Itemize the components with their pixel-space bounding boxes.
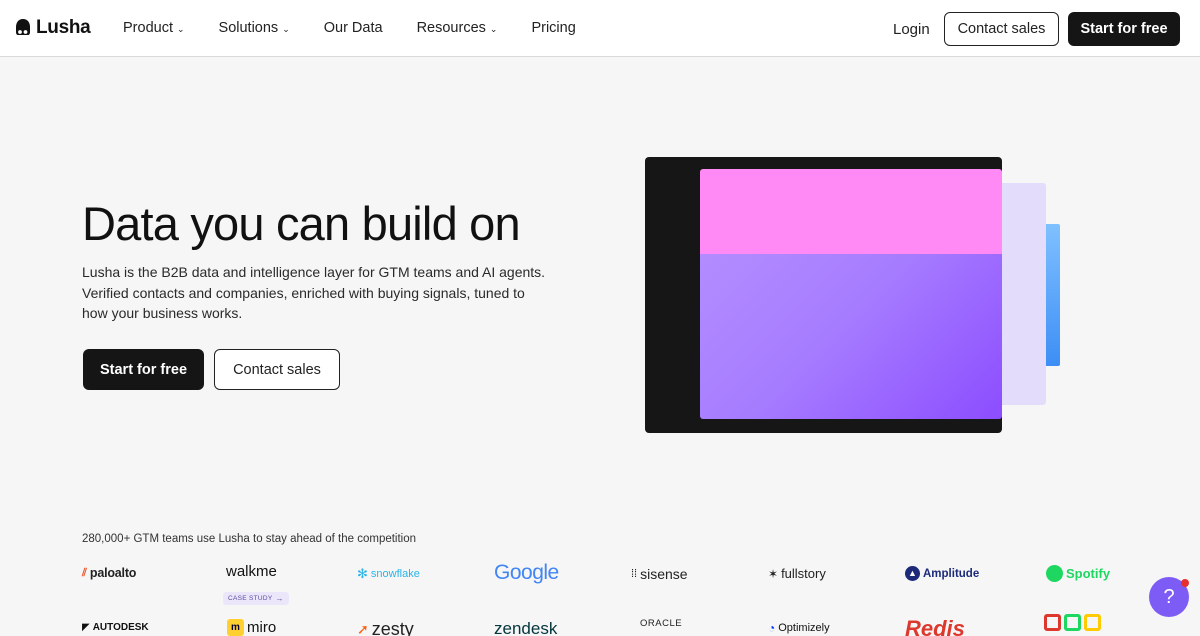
customer-logo-optimizely: ◔ Optimizely <box>768 621 830 635</box>
case-study-label: CASE STUDY <box>228 595 273 602</box>
spotify-wordmark: Spotify <box>1066 566 1111 581</box>
nav-pricing-label: Pricing <box>531 20 576 36</box>
site-header: Lusha Product ⌄ Solutions ⌄ Our Data Res… <box>0 0 1200 57</box>
header-contact-sales-button[interactable]: Contact sales <box>944 12 1059 46</box>
paloalto-icon: ⫽ <box>82 566 87 579</box>
oracle-wordmark: ORACLE <box>640 618 683 629</box>
miro-icon: m <box>227 619 244 636</box>
question-mark-icon: ? <box>1163 585 1175 608</box>
hero-visual-purple-block <box>700 254 1002 419</box>
nav-resources[interactable]: Resources ⌄ <box>417 20 498 36</box>
nav-pricing[interactable]: Pricing <box>531 20 575 36</box>
chevron-down-icon: ⌄ <box>282 23 290 34</box>
customer-logo-zesty: ➚ zesty <box>357 619 414 636</box>
lusha-logo-icon <box>16 19 30 35</box>
customer-logo-amplitude: ▲ Amplitude <box>905 566 979 581</box>
customer-logo-sisense: ⁞⁞ sisense <box>631 566 688 582</box>
sisense-icon: ⁞⁞ <box>631 568 638 580</box>
arrow-right-icon: → <box>275 594 284 603</box>
customer-logo-zendesk: zendesk <box>494 619 557 636</box>
logo-text: Lusha <box>36 17 91 38</box>
autodesk-icon: ◤ <box>82 622 90 633</box>
customer-logo-fullstory: ✶ fullstory <box>768 566 826 581</box>
hero-subtitle: Lusha is the B2B data and intelligence l… <box>82 264 546 321</box>
paloalto-wordmark: paloalto <box>89 566 137 580</box>
autodesk-wordmark: AUTODESK <box>92 622 149 633</box>
nav-product-label: Product <box>123 20 173 36</box>
snowflake-icon: ✻ <box>357 566 368 581</box>
nav-solutions-label: Solutions <box>218 20 279 36</box>
amplitude-wordmark: Amplitude <box>923 567 980 580</box>
login-link[interactable]: Login <box>893 21 930 38</box>
spotify-icon <box>1046 565 1063 582</box>
sisense-wordmark: sisense <box>640 566 688 582</box>
customer-logo-monday <box>1044 614 1101 631</box>
fullstory-icon: ✶ <box>768 566 779 581</box>
customer-logo-redis: Redis <box>905 616 965 636</box>
customer-logo-paloalto: ⫽ paloalto <box>82 566 136 580</box>
header-start-free-button[interactable]: Start for free <box>1068 12 1180 46</box>
zesty-wordmark: zesty <box>371 619 414 636</box>
hero-title: Data you can build on <box>82 197 521 250</box>
hero-visual-panel <box>700 169 1002 419</box>
main-nav: Product ⌄ Solutions ⌄ Our Data Resources… <box>123 20 610 36</box>
hero-contact-sales-button[interactable]: Contact sales <box>214 349 340 390</box>
customer-logo-walkme[interactable]: walkme <box>226 563 277 580</box>
snowflake-wordmark: snowflake <box>370 568 420 580</box>
walkme-wordmark: walkme <box>226 563 277 580</box>
customer-logo-spotify: Spotify <box>1046 565 1110 582</box>
customer-logo-miro: m miro <box>227 619 276 636</box>
zendesk-wordmark: zendesk <box>494 619 558 636</box>
nav-our-data-label: Our Data <box>323 20 383 36</box>
redis-wordmark: Redis <box>905 616 965 636</box>
optimizely-wordmark: Optimizely <box>778 622 830 634</box>
chevron-down-icon: ⌄ <box>176 23 185 34</box>
customer-logo-autodesk: ◤ AUTODESK <box>82 622 149 633</box>
nav-solutions[interactable]: Solutions ⌄ <box>219 20 290 36</box>
customer-logo-oracle: ORACLE <box>640 618 682 629</box>
trust-statement: 280,000+ GTM teams use Lusha to stay ahe… <box>82 533 417 545</box>
chevron-down-icon: ⌄ <box>489 23 498 34</box>
colored-squares-icon <box>1084 614 1101 631</box>
hero-visual-pink-block <box>700 169 1002 254</box>
case-study-badge[interactable]: CASE STUDY → <box>223 592 289 605</box>
fullstory-wordmark: fullstory <box>781 566 826 581</box>
customer-logo-snowflake: ✻ snowflake <box>357 566 420 582</box>
nav-our-data[interactable]: Our Data <box>324 20 383 36</box>
hero-visual-lavender-card <box>996 183 1046 405</box>
google-wordmark: Google <box>494 561 559 584</box>
colored-squares-icon <box>1044 614 1061 631</box>
lusha-logo[interactable]: Lusha <box>14 17 91 39</box>
zesty-icon: ➚ <box>357 621 369 636</box>
optimizely-icon: ◔ <box>768 621 776 635</box>
nav-resources-label: Resources <box>416 20 486 36</box>
amplitude-icon: ▲ <box>905 566 920 581</box>
miro-wordmark: miro <box>247 619 277 636</box>
nav-product[interactable]: Product ⌄ <box>123 20 185 36</box>
colored-squares-icon <box>1064 614 1081 631</box>
hero-start-free-button[interactable]: Start for free <box>83 349 204 390</box>
notification-dot <box>1181 579 1189 587</box>
customer-logo-google: Google <box>494 561 559 585</box>
